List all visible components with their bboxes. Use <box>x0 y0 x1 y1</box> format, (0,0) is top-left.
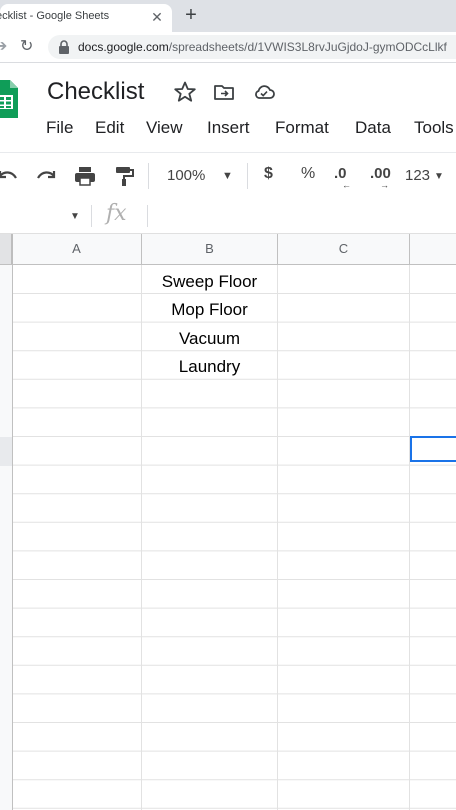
more-formats-dropdown-icon[interactable]: ▼ <box>434 171 444 182</box>
row-header-selected[interactable] <box>0 437 12 466</box>
cell-b4[interactable]: Laundry <box>142 357 277 377</box>
format-currency-button[interactable]: $ <box>264 165 273 183</box>
print-icon[interactable] <box>73 164 97 188</box>
row-headers[interactable] <box>0 265 13 810</box>
lock-icon <box>59 40 69 54</box>
menu-file[interactable]: File <box>46 118 73 138</box>
arrow-right-icon: → <box>380 180 389 190</box>
grid-lines <box>0 264 456 810</box>
redo-icon[interactable] <box>34 165 58 189</box>
arrow-left-icon: ← <box>342 180 351 190</box>
sheets-logo-icon[interactable] <box>0 80 18 118</box>
spreadsheet-grid[interactable]: A B C Sweep Floor Mop Floor Vacuum Laund… <box>0 234 456 810</box>
toolbar-divider <box>148 163 149 189</box>
cell-b2[interactable]: Mop Floor <box>142 300 277 320</box>
format-percent-button[interactable]: % <box>301 165 315 183</box>
formula-bar: ▼ fx <box>0 199 456 234</box>
formula-divider <box>91 205 92 227</box>
zoom-select[interactable]: 100% <box>167 167 205 184</box>
move-folder-icon[interactable] <box>212 80 236 104</box>
more-formats-button[interactable]: 123 <box>405 167 430 184</box>
column-header-b[interactable]: B <box>142 234 278 264</box>
url-host: docs.google.com <box>78 40 169 54</box>
column-headers: A B C <box>0 234 456 265</box>
formatting-toolbar: 100% ▼ $ % .0 ← .00 → 123 ▼ <box>0 152 456 200</box>
paint-format-icon[interactable] <box>112 164 136 188</box>
cell-b3[interactable]: Vacuum <box>142 329 277 349</box>
toolbar-divider <box>247 163 248 189</box>
undo-icon[interactable] <box>0 165 20 189</box>
url-path: /spreadsheets/d/1VWIS3L8rvJuGjdoJ-gymODC… <box>168 40 447 54</box>
menu-view[interactable]: View <box>146 118 183 138</box>
fx-icon: fx <box>106 201 127 226</box>
menu-tools[interactable]: Tools <box>414 118 454 138</box>
menu-insert[interactable]: Insert <box>207 118 250 138</box>
forward-icon[interactable]: ➔ <box>0 36 7 56</box>
cloud-saved-icon[interactable] <box>252 80 276 104</box>
name-box-dropdown-icon[interactable]: ▼ <box>70 211 80 222</box>
new-tab-button[interactable]: + <box>180 5 202 27</box>
menu-format[interactable]: Format <box>275 118 329 138</box>
column-header-c[interactable]: C <box>278 234 410 264</box>
column-header-a[interactable]: A <box>12 234 142 264</box>
tab-title: ecklist - Google Sheets <box>0 10 110 22</box>
star-icon[interactable] <box>173 80 197 104</box>
address-bar[interactable]: docs.google.com/spreadsheets/d/1VWIS3L8r… <box>48 35 456 59</box>
selected-cell[interactable] <box>410 436 456 462</box>
reload-icon[interactable]: ↻ <box>20 36 33 56</box>
url-text: docs.google.com/spreadsheets/d/1VWIS3L8r… <box>78 40 447 54</box>
browser-tab-bar: ecklist - Google Sheets ✕ + <box>0 0 456 32</box>
zoom-dropdown-icon[interactable]: ▼ <box>222 170 233 182</box>
browser-toolbar: ➔ ↻ docs.google.com/spreadsheets/d/1VWIS… <box>0 32 456 63</box>
close-tab-icon[interactable]: ✕ <box>148 8 166 26</box>
menu-edit[interactable]: Edit <box>95 118 124 138</box>
formula-divider <box>147 205 148 227</box>
column-header-d[interactable] <box>410 234 456 264</box>
cell-b1[interactable]: Sweep Floor <box>142 272 277 292</box>
formula-input[interactable] <box>150 201 456 231</box>
document-title[interactable]: Checklist <box>47 78 144 106</box>
menu-data[interactable]: Data <box>355 118 391 138</box>
browser-tab[interactable]: ecklist - Google Sheets ✕ <box>0 4 172 32</box>
